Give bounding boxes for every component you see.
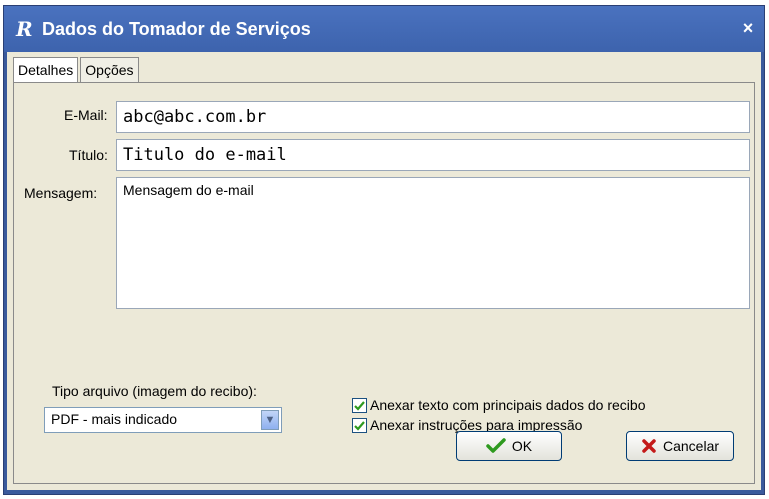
tab-panel-detalhes: E-Mail: abc@abc.com.br Título: Titulo do… [13, 82, 755, 484]
tab-opcoes[interactable]: Opções [80, 57, 139, 82]
checkmark-icon [354, 420, 365, 431]
file-type-value: PDF - mais indicado [51, 411, 178, 427]
title-field[interactable]: Titulo do e-mail [116, 139, 750, 171]
checkmark-icon [486, 438, 506, 454]
ok-button[interactable]: OK [456, 431, 562, 461]
file-type-label: Tipo arquivo (imagem do recibo): [52, 383, 257, 399]
option-attach-text-label: Anexar texto com principais dados do rec… [370, 397, 646, 413]
close-button[interactable]: × [738, 18, 758, 38]
chevron-down-icon[interactable]: ▼ [261, 410, 279, 430]
title-bar[interactable]: R Dados do Tomador de Serviços × [4, 6, 764, 52]
checkbox-attach-instructions[interactable] [352, 417, 367, 433]
message-textarea[interactable]: Mensagem do e-mail [116, 177, 750, 309]
checkmark-icon [354, 400, 365, 411]
cancel-button-label: Cancelar [662, 438, 720, 454]
dialog-window: R Dados do Tomador de Serviços × Detalhe… [3, 5, 765, 495]
tab-detalhes[interactable]: Detalhes [13, 57, 79, 82]
app-logo-icon: R [16, 17, 33, 41]
dialog-body: Detalhes Opções E-Mail: abc@abc.com.br T… [7, 52, 761, 490]
email-field[interactable]: abc@abc.com.br [116, 101, 750, 133]
cancel-button[interactable]: Cancelar [626, 431, 734, 461]
email-label: E-Mail: [64, 107, 108, 123]
ok-button-label: OK [511, 438, 533, 454]
title-label: Título: [69, 147, 108, 163]
file-type-select[interactable]: PDF - mais indicado ▼ [44, 407, 282, 433]
x-icon [641, 438, 657, 454]
dialog-title: Dados do Tomador de Serviços [42, 18, 311, 39]
tab-strip: Detalhes Opções [13, 57, 141, 83]
message-label: Mensagem: [24, 185, 98, 201]
option-attach-text[interactable]: Anexar texto com principais dados do rec… [352, 397, 645, 413]
checkbox-attach-text[interactable] [352, 397, 367, 413]
